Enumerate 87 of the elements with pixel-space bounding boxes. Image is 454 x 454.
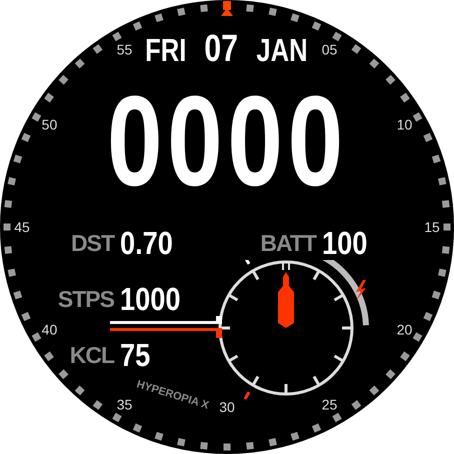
minute-tick <box>268 438 277 446</box>
minute-tick <box>386 74 396 85</box>
minute-tick <box>132 423 142 433</box>
minute-tick <box>332 32 342 42</box>
minute-label: 55 <box>116 41 132 58</box>
minute-tick <box>438 177 446 186</box>
minute-tick <box>32 112 42 122</box>
minute-tick <box>8 268 16 277</box>
dial-tick <box>244 260 250 265</box>
minute-tick <box>4 200 12 208</box>
minute-tick <box>58 369 68 380</box>
calories-label: KCL <box>68 342 114 368</box>
minute-tick <box>177 438 186 446</box>
minute-tick <box>423 312 433 322</box>
minute-tick <box>268 8 277 16</box>
minute-tick <box>386 369 396 380</box>
minute-tick <box>369 58 380 68</box>
day-number: 07 <box>204 30 238 68</box>
steps-value: 1000 <box>120 280 180 318</box>
minute-tick <box>442 246 450 254</box>
minute-tick <box>400 351 410 362</box>
minute-tick <box>4 246 12 254</box>
minute-tick <box>442 200 450 208</box>
minute-tick <box>423 132 433 142</box>
minute-tick <box>154 13 164 22</box>
minute-label: 15 <box>424 219 440 235</box>
minute-tick <box>412 112 422 122</box>
minute-label: 45 <box>14 219 30 235</box>
minute-tick <box>290 432 300 441</box>
minute-tick <box>112 412 122 422</box>
minute-label: 35 <box>116 396 132 413</box>
calories-value: 75 <box>120 336 150 374</box>
minute-tick <box>444 224 450 230</box>
minute-tick <box>412 332 422 342</box>
minute-tick <box>432 154 441 164</box>
minute-tick <box>44 351 54 362</box>
lightning-icon <box>356 280 366 301</box>
minute-tick <box>438 268 446 277</box>
time-display: 0000 <box>106 92 348 192</box>
minute-label: 20 <box>396 322 412 338</box>
minute-tick <box>369 386 380 396</box>
minute-tick <box>246 4 254 12</box>
minute-tick <box>312 21 322 31</box>
minute-tick <box>32 332 42 342</box>
minute-tick <box>4 224 10 230</box>
minute-tick <box>200 442 208 450</box>
minute-tick <box>154 432 164 441</box>
minute-tick <box>74 386 85 396</box>
dial-tick <box>244 391 250 400</box>
distance-value: 0.70 <box>120 224 173 262</box>
minute-tick <box>112 32 122 42</box>
minute-tick <box>290 13 300 22</box>
minute-tick <box>13 290 22 300</box>
steps-label: STPS <box>56 286 114 312</box>
minute-tick <box>332 412 342 422</box>
minute-tick <box>224 444 230 450</box>
battery-value: 100 <box>322 224 368 262</box>
minute-tick <box>132 21 142 31</box>
minute-tick <box>177 8 186 16</box>
distance-label: DST <box>70 230 114 256</box>
minute-tick <box>351 44 362 54</box>
dial-hand <box>278 272 294 328</box>
minute-label: 25 <box>322 396 338 413</box>
minute-label: 10 <box>396 116 412 132</box>
minute-tick <box>200 4 208 12</box>
minute-tick <box>58 74 68 85</box>
minute-tick <box>432 290 441 300</box>
minute-tick <box>21 312 31 322</box>
minute-tick <box>246 442 254 450</box>
minute-tick <box>21 132 31 142</box>
minute-tick <box>92 44 103 54</box>
minute-tick <box>74 58 85 68</box>
marker-icon <box>221 1 233 16</box>
minute-tick <box>8 177 16 186</box>
minute-tick <box>312 423 322 433</box>
minute-tick <box>351 400 362 410</box>
minute-tick <box>400 92 410 103</box>
minute-label: 05 <box>322 41 338 58</box>
weekday: FRI <box>145 34 186 66</box>
minute-tick <box>13 154 22 164</box>
minute-tick <box>92 400 103 410</box>
month: JAN <box>256 34 308 66</box>
battery-label: BATT <box>259 230 316 256</box>
minute-label: 40 <box>42 322 58 338</box>
minute-label: 30 <box>219 399 235 415</box>
minute-label: 50 <box>42 116 58 132</box>
minute-tick <box>44 92 54 103</box>
